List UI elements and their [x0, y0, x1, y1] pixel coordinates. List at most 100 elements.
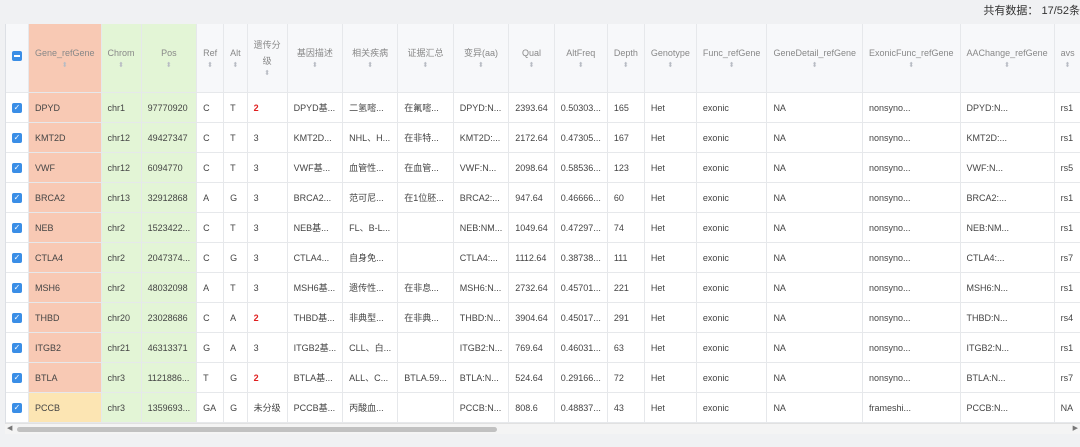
- cell-mut: ITGB2:N...: [453, 332, 510, 363]
- column-header-exfunc[interactable]: ExonicFunc_refGene ⬍: [862, 24, 961, 93]
- cell-aachange: PCCB:N...: [960, 392, 1055, 423]
- row-checkbox[interactable]: ✓: [6, 272, 29, 303]
- column-header-evidence[interactable]: 证据汇总 ⬍: [397, 24, 454, 93]
- sort-icon[interactable]: ⬍: [515, 61, 548, 71]
- sort-icon[interactable]: ⬍: [651, 61, 690, 71]
- table-row[interactable]: ✓ BTLA chr3 1121886... T G 2 BTLA基... ALL、C... BT…: [6, 362, 1080, 393]
- row-checkbox[interactable]: ✓: [6, 392, 29, 423]
- table-row[interactable]: ✓ ITGB2 chr21 46313371 G A 3 ITGB2基... CLL、白... I…: [6, 332, 1080, 363]
- column-header-ref[interactable]: Ref ⬍: [196, 24, 225, 93]
- checkbox-checked-icon[interactable]: ✓: [12, 133, 22, 143]
- sort-icon[interactable]: ⬍: [108, 61, 135, 71]
- column-header-avs[interactable]: avs ⬍: [1054, 24, 1080, 93]
- checkbox-checked-icon[interactable]: ✓: [12, 403, 22, 413]
- column-header-aachange[interactable]: AAChange_refGene ⬍: [960, 24, 1055, 93]
- cell-chrom: chr2: [101, 272, 142, 303]
- cell-chrom: chr2: [101, 242, 142, 273]
- column-header-gdetail[interactable]: GeneDetail_refGene ⬍: [766, 24, 863, 93]
- cell-qual: 808.6: [508, 392, 555, 423]
- sort-icon[interactable]: ⬍: [869, 61, 954, 71]
- sort-icon[interactable]: ⬍: [230, 61, 241, 71]
- column-header-grade[interactable]: 遗传分级 ⬍: [247, 24, 288, 93]
- column-label: Qual: [522, 48, 542, 58]
- checkbox-checked-icon[interactable]: ✓: [12, 193, 22, 203]
- sort-icon[interactable]: ⬍: [561, 61, 601, 71]
- checkbox-checked-icon[interactable]: ✓: [12, 253, 22, 263]
- checkbox-checked-icon[interactable]: ✓: [12, 223, 22, 233]
- checkbox-checked-icon[interactable]: ✓: [12, 163, 22, 173]
- table-row[interactable]: ✓ DPYD chr1 97770920 C T 2 DPYD基... 二氢嘧... 在氟嘧...…: [6, 92, 1080, 123]
- row-checkbox[interactable]: ✓: [6, 362, 29, 393]
- row-checkbox[interactable]: ✓: [6, 212, 29, 243]
- sort-icon[interactable]: ⬍: [404, 61, 447, 71]
- sort-icon[interactable]: ⬍: [148, 61, 191, 71]
- sort-icon[interactable]: ⬍: [614, 61, 638, 71]
- column-header-desc[interactable]: 基因描述 ⬍: [287, 24, 344, 93]
- sort-icon[interactable]: ⬍: [703, 61, 761, 71]
- cell-evidence: 在血管...: [397, 152, 454, 183]
- scroll-left-icon[interactable]: ◀: [7, 424, 12, 434]
- column-header-genotype[interactable]: Genotype ⬍: [644, 24, 697, 93]
- row-checkbox[interactable]: ✓: [6, 332, 29, 363]
- table-row[interactable]: ✓ THBD chr20 23028686 C A 2 THBD基... 非典型... 在非典..…: [6, 302, 1080, 333]
- sort-icon[interactable]: ⬍: [203, 61, 217, 71]
- table-row[interactable]: ✓ PCCB chr3 1359693... GA G 未分级 PCCB基... 丙酸血... P…: [6, 392, 1080, 423]
- row-checkbox[interactable]: ✓: [6, 242, 29, 273]
- cell-avs: rs1: [1054, 182, 1080, 213]
- cell-ref: C: [196, 92, 225, 123]
- column-header-chrom[interactable]: Chrom ⬍: [101, 24, 142, 93]
- cell-avs: rs1: [1054, 92, 1080, 123]
- table-row[interactable]: ✓ KMT2D chr12 49427347 C T 3 KMT2D... NHL、H... 在非…: [6, 122, 1080, 153]
- sort-icon[interactable]: ⬍: [349, 61, 391, 71]
- column-label: AAChange_refGene: [966, 48, 1048, 58]
- cell-exfunc: nonsyno...: [862, 182, 961, 213]
- checkbox-checked-icon[interactable]: ✓: [12, 313, 22, 323]
- sort-icon[interactable]: ⬍: [35, 61, 95, 71]
- table-row[interactable]: ✓ BRCA2 chr13 32912868 A G 3 BRCA2... 范可尼... 在1位胚…: [6, 182, 1080, 213]
- column-header-gene[interactable]: Gene_refGene ⬍: [28, 24, 102, 93]
- select-all-checkbox[interactable]: [6, 24, 29, 93]
- checkbox-checked-icon[interactable]: ✓: [12, 283, 22, 293]
- cell-ref: A: [196, 182, 225, 213]
- cell-gene: THBD: [28, 302, 102, 333]
- checkbox-checked-icon[interactable]: ✓: [12, 373, 22, 383]
- table-row[interactable]: ✓ VWF chr12 6094770 C T 3 VWF基... 血管性... 在血管... VW…: [6, 152, 1080, 183]
- horizontal-scrollbar[interactable]: ◀ ▶: [5, 423, 1080, 434]
- checkbox-checked-icon[interactable]: ✓: [12, 103, 22, 113]
- cell-pos: 49427347: [141, 122, 198, 153]
- cell-evidence: [397, 332, 454, 363]
- column-header-disease[interactable]: 相关疾病 ⬍: [342, 24, 399, 93]
- column-header-depth[interactable]: Depth ⬍: [607, 24, 645, 93]
- row-checkbox[interactable]: ✓: [6, 92, 29, 123]
- row-checkbox[interactable]: ✓: [6, 122, 29, 153]
- table-row[interactable]: ✓ NEB chr2 1523422... C T 3 NEB基... FL、B-L... NEB…: [6, 212, 1080, 243]
- sort-icon[interactable]: ⬍: [1061, 61, 1075, 71]
- cell-altfreq: 0.46666...: [554, 182, 608, 213]
- checkbox-checked-icon[interactable]: ✓: [12, 343, 22, 353]
- column-header-func[interactable]: Func_refGene ⬍: [696, 24, 768, 93]
- sort-icon[interactable]: ⬍: [294, 61, 337, 71]
- sort-icon[interactable]: ⬍: [460, 61, 503, 71]
- sort-icon[interactable]: ⬍: [773, 61, 856, 71]
- column-header-alt[interactable]: Alt ⬍: [223, 24, 248, 93]
- row-checkbox[interactable]: ✓: [6, 152, 29, 183]
- cell-genotype: Het: [644, 332, 697, 363]
- cell-genotype: Het: [644, 212, 697, 243]
- cell-gdetail: NA: [766, 182, 863, 213]
- cell-func: exonic: [696, 302, 768, 333]
- sort-icon[interactable]: ⬍: [967, 61, 1048, 71]
- scroll-right-icon[interactable]: ▶: [1073, 424, 1078, 434]
- column-header-altfreq[interactable]: AltFreq ⬍: [554, 24, 608, 93]
- variant-table: Gene_refGene ⬍ Chrom ⬍ Pos ⬍ Ref ⬍ Alt ⬍ 遗传分级 ⬍ 基因描述…: [6, 24, 1080, 423]
- table-row[interactable]: ✓ CTLA4 chr2 2047374... C G 3 CTLA4... 自身免... CTL…: [6, 242, 1080, 273]
- scrollbar-thumb[interactable]: [17, 427, 497, 432]
- row-checkbox[interactable]: ✓: [6, 182, 29, 213]
- sort-icon[interactable]: ⬍: [254, 69, 281, 79]
- row-checkbox[interactable]: ✓: [6, 302, 29, 333]
- column-header-mut[interactable]: 变异(aa) ⬍: [453, 24, 510, 93]
- column-header-pos[interactable]: Pos ⬍: [141, 24, 198, 93]
- cell-gene: MSH6: [28, 272, 102, 303]
- table-row[interactable]: ✓ MSH6 chr2 48032098 A T 3 MSH6基... 遗传性... 在非息...…: [6, 272, 1080, 303]
- cell-gene: BTLA: [28, 362, 102, 393]
- column-header-qual[interactable]: Qual ⬍: [508, 24, 555, 93]
